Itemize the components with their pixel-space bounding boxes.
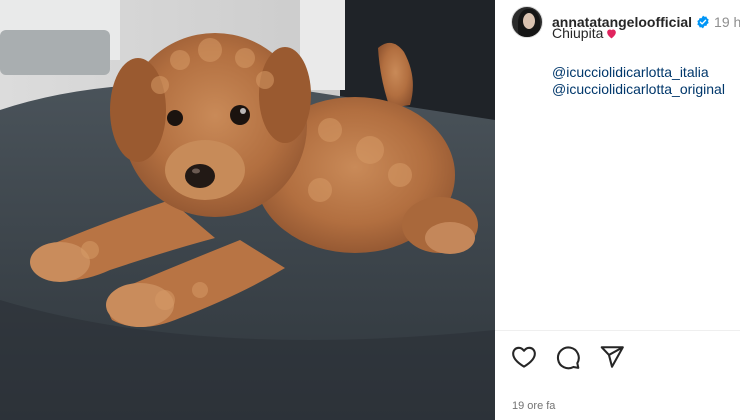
avatar[interactable] <box>511 6 543 38</box>
comment-icon[interactable] <box>555 344 581 370</box>
post-header: annatatangeloofficial 19 h <box>511 4 740 40</box>
caption-text: Chiupita <box>552 25 604 41</box>
mention-link[interactable]: @icucciolidicarlotta_original <box>552 81 725 98</box>
post-side-panel: annatatangeloofficial 19 h Chiupita @icu… <box>495 0 740 420</box>
verified-badge-icon <box>697 15 709 29</box>
divider <box>495 330 740 331</box>
post-time-short[interactable]: 19 h <box>714 14 740 30</box>
action-bar <box>511 344 625 370</box>
mentions-list: @icucciolidicarlotta_italia @icucciolidi… <box>552 64 725 98</box>
post-caption: Chiupita <box>552 25 618 41</box>
puppy-image <box>0 0 495 420</box>
paper-plane-icon[interactable] <box>599 344 625 370</box>
post-photo[interactable] <box>0 0 495 420</box>
heart-emoji-icon <box>607 28 617 38</box>
post-time-ago[interactable]: 19 ore fa <box>512 400 555 412</box>
mention-link[interactable]: @icucciolidicarlotta_italia <box>552 64 725 81</box>
heart-icon[interactable] <box>511 344 537 370</box>
